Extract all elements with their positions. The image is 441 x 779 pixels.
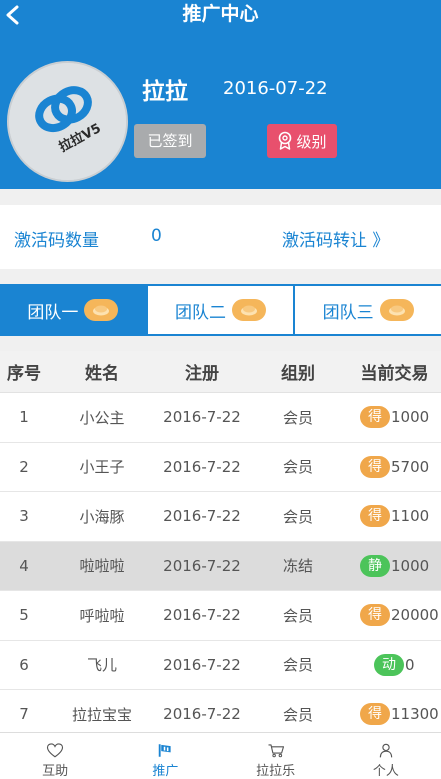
tab-label: 团队三 <box>322 302 374 323</box>
header: 推广中心 拉拉V5 拉拉 2016-07-22 已签到 级别 <box>0 0 441 189</box>
trade-badge: 得 <box>360 455 390 478</box>
tab-label: 团队二 <box>175 302 226 323</box>
table-header: 序号 姓名 注册 组别 当前交易 <box>0 351 441 393</box>
row-trade: 动 0 <box>348 653 441 676</box>
level-button[interactable]: 级别 <box>267 124 337 158</box>
medal-icon <box>279 131 292 150</box>
team-member-table: 序号 姓名 注册 组别 当前交易 1 小公主 2016-7-22 会员 得 10… <box>0 351 441 740</box>
trade-badge: 得 <box>360 703 390 726</box>
promotion-icon <box>159 744 171 757</box>
row-no: 3 <box>19 507 29 526</box>
row-date: 2016-7-22 <box>163 507 241 526</box>
row-group: 冻结 <box>282 557 313 576</box>
header-register: 注册 <box>185 364 219 384</box>
level-label: 级别 <box>296 132 327 151</box>
tab-team-3[interactable]: 团队三 <box>293 286 441 334</box>
row-no: 4 <box>19 556 29 575</box>
tab-team-2[interactable]: 团队二 <box>145 286 294 334</box>
coin-icon <box>232 299 266 321</box>
trade-amount: 5700 <box>391 457 430 476</box>
row-name: 啦啦啦 <box>79 557 125 576</box>
row-trade: 得 20000 <box>348 604 441 627</box>
activation-code-count: 0 <box>151 226 162 246</box>
user-name: 拉拉 <box>142 79 188 105</box>
trade-badge: 得 <box>360 505 390 528</box>
trade-amount: 1000 <box>391 408 430 427</box>
coin-icon <box>379 299 414 321</box>
row-date: 2016-7-22 <box>163 606 241 625</box>
row-no: 7 <box>19 705 29 724</box>
trade-badge: 得 <box>360 604 390 627</box>
row-trade: 静 1000 <box>348 554 441 577</box>
trade-amount: 0 <box>405 655 415 674</box>
team-tabs: 团队一 团队二 团队三 <box>0 284 441 336</box>
trade-amount: 11300 <box>391 705 439 724</box>
checkin-button[interactable]: 已签到 <box>134 124 206 158</box>
cart-icon <box>268 744 284 758</box>
row-date: 2016-7-22 <box>163 705 241 724</box>
user-date: 2016-07-22 <box>223 78 328 99</box>
row-date: 2016-7-22 <box>163 408 241 427</box>
row-trade: 得 5700 <box>348 455 441 478</box>
row-no: 2 <box>19 457 29 476</box>
trade-badge: 静 <box>360 554 390 577</box>
person-icon <box>379 743 393 758</box>
header-no: 序号 <box>7 364 41 384</box>
nav-label: 推广 <box>152 764 179 779</box>
row-trade: 得 1000 <box>348 406 441 429</box>
trade-amount: 20000 <box>391 606 439 625</box>
coin-icon <box>84 299 119 321</box>
header-group: 组别 <box>281 364 315 384</box>
row-group: 会员 <box>282 408 313 427</box>
trade-amount: 1000 <box>391 556 430 575</box>
row-date: 2016-7-22 <box>163 457 241 476</box>
row-date: 2016-7-22 <box>163 655 241 674</box>
row-no: 5 <box>19 606 29 625</box>
table-row[interactable]: 1 小公主 2016-7-22 会员 得 1000 <box>0 393 441 443</box>
row-name: 小海豚 <box>79 507 125 526</box>
row-name: 小公主 <box>79 408 125 427</box>
trade-badge: 动 <box>374 653 404 676</box>
activation-code-label: 激活码数量 <box>14 231 99 251</box>
nav-label: 个人 <box>372 764 399 779</box>
trade-amount: 1100 <box>391 507 430 526</box>
row-group: 会员 <box>282 606 313 625</box>
table-row[interactable]: 6 飞儿 2016-7-22 会员 动 0 <box>0 640 441 690</box>
tab-team-1[interactable]: 团队一 <box>0 286 146 334</box>
nav-lala-le[interactable]: 拉拉乐 <box>221 733 331 779</box>
table-row[interactable]: 4 啦啦啦 2016-7-22 冻结 静 1000 <box>0 541 441 591</box>
table-row[interactable]: 3 小海豚 2016-7-22 会员 得 1100 <box>0 492 441 542</box>
row-group: 会员 <box>282 705 313 724</box>
page-title: 推广中心 <box>182 3 259 25</box>
header-trade: 当前交易 <box>360 364 429 384</box>
row-name: 呼啦啦 <box>79 606 125 625</box>
row-date: 2016-7-22 <box>163 556 241 575</box>
trade-badge: 得 <box>360 406 390 429</box>
avatar-logo-icon: 拉拉V5 <box>9 63 126 180</box>
row-name: 飞儿 <box>86 656 117 675</box>
nav-personal[interactable]: 个人 <box>331 733 441 779</box>
heart-icon <box>47 743 64 758</box>
row-trade: 得 11300 <box>348 703 441 726</box>
avatar[interactable]: 拉拉V5 <box>7 61 128 182</box>
row-no: 6 <box>19 655 29 674</box>
row-group: 会员 <box>282 458 313 477</box>
nav-promotion[interactable]: 推广 <box>110 733 220 779</box>
row-trade: 得 1100 <box>348 505 441 528</box>
activation-row: 激活码数量 0 激活码转让 》 <box>0 205 441 269</box>
tab-label: 团队一 <box>27 302 79 323</box>
row-no: 1 <box>19 408 29 427</box>
row-name: 小王子 <box>79 458 125 477</box>
nav-label: 互助 <box>42 764 69 779</box>
row-group: 会员 <box>282 507 313 526</box>
activation-transfer-link[interactable]: 激活码转让 》 <box>282 226 389 251</box>
row-group: 会员 <box>282 656 313 675</box>
row-name: 拉拉宝宝 <box>71 705 132 724</box>
header-name: 姓名 <box>85 364 119 384</box>
nav-label: 拉拉乐 <box>256 764 296 779</box>
nav-mutual-aid[interactable]: 互助 <box>0 733 110 779</box>
table-row[interactable]: 2 小王子 2016-7-22 会员 得 5700 <box>0 442 441 492</box>
bottom-nav: 互助 推广 拉拉乐 个人 <box>0 732 441 779</box>
table-row[interactable]: 5 呼啦啦 2016-7-22 会员 得 20000 <box>0 591 441 641</box>
